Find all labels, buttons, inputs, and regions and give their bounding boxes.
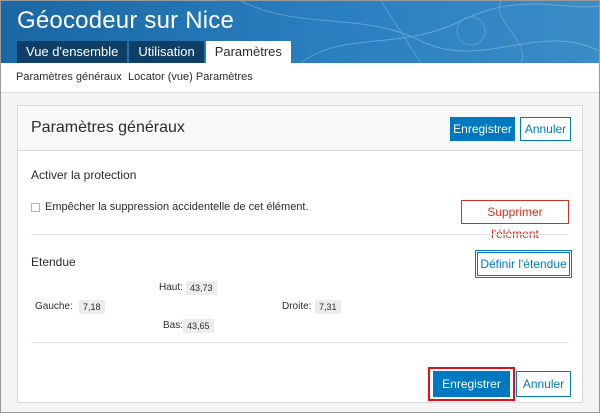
extent-bottom-value: 43,65: [183, 319, 214, 333]
extent-top-label: Haut:: [159, 282, 183, 293]
cancel-button-top[interactable]: Annuler: [520, 117, 571, 141]
subnav-locator-settings[interactable]: Locator (vue) Paramètres: [128, 71, 253, 83]
protection-checkbox[interactable]: [31, 202, 40, 212]
highlight-annotation-box: [428, 367, 515, 401]
settings-subnav: Paramètres généraux Locator (vue) Paramè…: [1, 63, 599, 93]
subnav-general-settings[interactable]: Paramètres généraux: [16, 71, 122, 83]
app-title: Géocodeur sur Nice: [17, 7, 235, 34]
extent-top-value: 43,73: [186, 281, 217, 295]
extent-right-value: 7,31: [315, 300, 341, 314]
extent-right-label: Droite:: [282, 301, 312, 312]
tab-overview[interactable]: Vue d'ensemble: [17, 41, 128, 63]
tab-settings[interactable]: Paramètres: [205, 41, 291, 63]
panel-title: Paramètres généraux: [31, 119, 185, 136]
tab-usage[interactable]: Utilisation: [129, 41, 204, 63]
define-extent-button[interactable]: Définir l'étendue: [477, 252, 570, 276]
save-button-top[interactable]: Enregistrer: [450, 117, 515, 141]
cancel-button-footer[interactable]: Annuler: [516, 371, 571, 397]
app-header: Géocodeur sur Nice Vue d'ensemble Utilis…: [1, 1, 599, 63]
footer-divider: [31, 342, 569, 343]
main-tabs: Vue d'ensemble Utilisation Paramètres: [17, 41, 293, 63]
extent-heading: Etendue: [31, 255, 76, 269]
general-settings-panel: Paramètres généraux Enregistrer Annuler …: [17, 105, 583, 403]
extent-bottom-label: Bas:: [163, 320, 184, 331]
extent-left-value: 7,18: [79, 300, 105, 314]
protection-checkbox-label[interactable]: Empêcher la suppression accidentelle de …: [45, 201, 309, 213]
section-divider: [31, 234, 569, 235]
protection-checkbox-row[interactable]: Empêcher la suppression accidentelle de …: [31, 201, 309, 213]
extent-left-label: Gauche:: [35, 301, 73, 312]
panel-header: Paramètres généraux Enregistrer Annuler: [18, 106, 582, 151]
delete-item-button[interactable]: Supprimer l'élément: [461, 200, 569, 241]
protection-heading: Activer la protection: [31, 168, 137, 182]
